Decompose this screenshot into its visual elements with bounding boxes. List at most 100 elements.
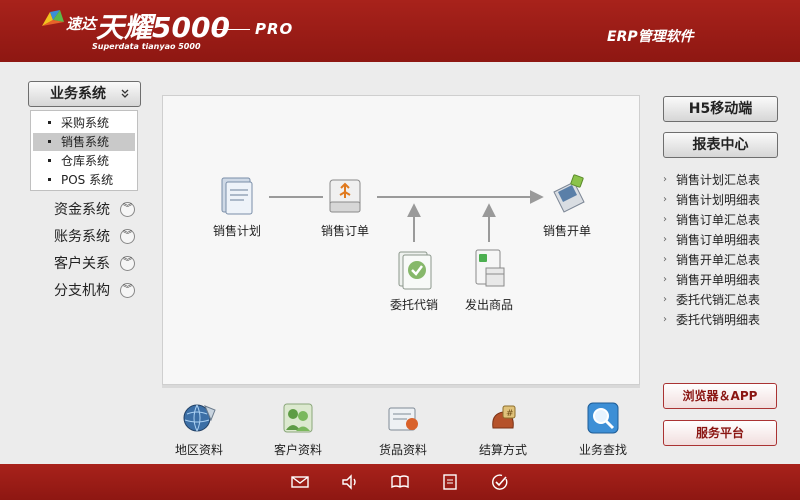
mail-icon[interactable] [291, 473, 309, 491]
report-link-label: 销售订单明细表 [676, 233, 761, 247]
nav-group-crm[interactable]: 客户关系 ︾ [54, 254, 144, 274]
report-link-sales-plan-summary[interactable]: › 销售计划汇总表 [663, 171, 783, 189]
cash-register-icon [553, 174, 585, 213]
brand-subtitle: Superdata tianyao 5000 [92, 42, 201, 51]
report-link-label: 销售订单汇总表 [676, 213, 761, 227]
document-folder-icon [221, 177, 253, 215]
report-link-sales-plan-detail[interactable]: › 销售计划明细表 [663, 191, 783, 209]
report-link-sales-order-detail[interactable]: › 销售订单明细表 [663, 231, 783, 249]
shortcut-customer-data[interactable]: 客户资料 [263, 400, 333, 458]
approved-document-icon [398, 251, 432, 290]
service-platform-button[interactable]: 服务平台 [663, 420, 777, 446]
book-icon[interactable] [391, 473, 409, 491]
double-chevron-down-icon: ︾ [120, 202, 135, 217]
shortcut-label: 结算方式 [478, 443, 527, 457]
flow-node-sales-invoice[interactable]: 销售开单 [527, 172, 607, 239]
report-link-label: 销售开单汇总表 [676, 253, 761, 267]
nav-business-system-button[interactable]: 业务系统 [28, 81, 141, 107]
subsystem-item-warehouse[interactable]: 仓库系统 [33, 152, 135, 170]
chevron-right-icon: › [663, 274, 667, 285]
nav-title-label: 业务系统 [50, 86, 106, 102]
shortcut-settlement-method[interactable]: # 结算方式 [468, 400, 538, 458]
chevron-right-icon: › [663, 174, 667, 185]
double-chevron-down-icon: ︾ [120, 256, 135, 271]
money-bag-icon: # [492, 405, 516, 429]
report-link-label: 销售计划汇总表 [676, 173, 761, 187]
flow-node-label: 销售开单 [542, 224, 591, 238]
report-link-sales-order-summary[interactable]: › 销售订单汇总表 [663, 211, 783, 229]
logo-mark-icon [42, 10, 64, 26]
header-product-type: ERP管理软件 [607, 29, 694, 45]
flow-node-sales-plan[interactable]: 销售计划 [197, 172, 277, 239]
subsystem-label: 销售系统 [61, 135, 110, 149]
flow-node-shipped-goods[interactable]: 发出商品 [449, 246, 529, 313]
chevron-right-icon: › [663, 254, 667, 265]
subsystem-label: 采购系统 [61, 116, 110, 130]
report-link-sales-invoice-summary[interactable]: › 销售开单汇总表 [663, 251, 783, 269]
check-circle-icon[interactable] [491, 473, 509, 491]
nav-group-accounting[interactable]: 账务系统 ︾ [54, 227, 144, 247]
flow-connectors [269, 190, 544, 242]
brand-product-name: 天耀5000 [96, 11, 230, 44]
shortcut-label: 业务查找 [578, 443, 627, 457]
subsystem-item-purchase[interactable]: 采购系统 [33, 114, 135, 132]
report-link-consignment-summary[interactable]: › 委托代销汇总表 [663, 291, 783, 309]
brand-short-name: 速达 [66, 15, 97, 33]
report-center-button[interactable]: 报表中心 [663, 132, 778, 158]
browser-app-button[interactable]: 浏览器＆APP [663, 383, 777, 409]
bullet-icon [48, 140, 51, 143]
bullet-icon [48, 121, 51, 124]
shortcut-label: 货品资料 [378, 443, 427, 457]
chevron-right-icon: › [663, 234, 667, 245]
h5-mobile-button[interactable]: H5移动端 [663, 96, 778, 122]
subsystem-label: POS 系统 [61, 173, 114, 187]
bullet-icon [48, 159, 51, 162]
shortcut-goods-data[interactable]: 货品资料 [368, 400, 438, 458]
shortcut-region-data[interactable]: 地区资料 [164, 400, 234, 458]
nav-group-funds[interactable]: 资金系统 ︾ [54, 200, 144, 220]
speaker-icon[interactable] [341, 473, 359, 491]
nav-group-label: 分支机构 [54, 283, 110, 299]
chevron-right-icon: › [663, 214, 667, 225]
shortcut-business-search[interactable]: 业务查找 [568, 400, 638, 458]
nav-group-label: 账务系统 [54, 229, 110, 245]
bullet-icon [48, 178, 51, 181]
sales-flow-panel: 销售计划 销售订单 销售开单 委托代销 发出商品 [162, 95, 640, 385]
subsystem-item-sales[interactable]: 销售系统 [33, 133, 135, 151]
flow-node-label: 委托代销 [389, 298, 438, 312]
brand-edition: PRO [255, 20, 294, 38]
flow-node-sales-order[interactable]: 销售订单 [305, 172, 385, 239]
shortcut-bar: 地区资料 客户资料 货品资料 # 结算方式 业务查找 [162, 385, 640, 464]
goods-list-icon [388, 407, 418, 431]
magnifier-icon [587, 402, 619, 434]
report-link-label: 销售开单明细表 [676, 273, 761, 287]
globe-icon [183, 404, 216, 432]
shipment-document-icon [475, 249, 505, 287]
chevron-right-icon: › [663, 194, 667, 205]
subsystem-list: 采购系统 销售系统 仓库系统 POS 系统 [30, 110, 138, 191]
nav-group-label: 资金系统 [54, 202, 110, 218]
chevron-right-icon: › [663, 294, 667, 305]
flow-node-label: 销售订单 [320, 224, 369, 238]
app-header: 速达 天耀5000 PRO Superdata tianyao 5000 ERP… [0, 0, 800, 62]
report-link-sales-invoice-detail[interactable]: › 销售开单明细表 [663, 271, 783, 289]
report-link-label: 委托代销明细表 [676, 313, 761, 327]
double-chevron-down-icon: ︾ [120, 283, 135, 298]
flow-node-label: 发出商品 [464, 298, 513, 312]
nav-group-branches[interactable]: 分支机构 ︾ [54, 281, 144, 301]
report-link-label: 销售计划明细表 [676, 193, 761, 207]
subsystem-item-pos[interactable]: POS 系统 [33, 171, 135, 189]
subsystem-label: 仓库系统 [61, 154, 110, 168]
chevron-right-icon: › [663, 314, 667, 325]
brand-divider [216, 29, 250, 30]
double-chevron-down-icon [118, 87, 132, 101]
report-link-label: 委托代销汇总表 [676, 293, 761, 307]
nav-group-label: 客户关系 [54, 256, 110, 272]
flow-node-consignment[interactable]: 委托代销 [374, 246, 454, 313]
double-chevron-down-icon: ︾ [120, 229, 135, 244]
svg-text:#: # [506, 409, 514, 419]
app-footer [0, 464, 800, 500]
report-link-consignment-detail[interactable]: › 委托代销明细表 [663, 311, 783, 329]
notebook-icon[interactable] [441, 473, 459, 491]
shortcut-label: 地区资料 [174, 443, 223, 457]
